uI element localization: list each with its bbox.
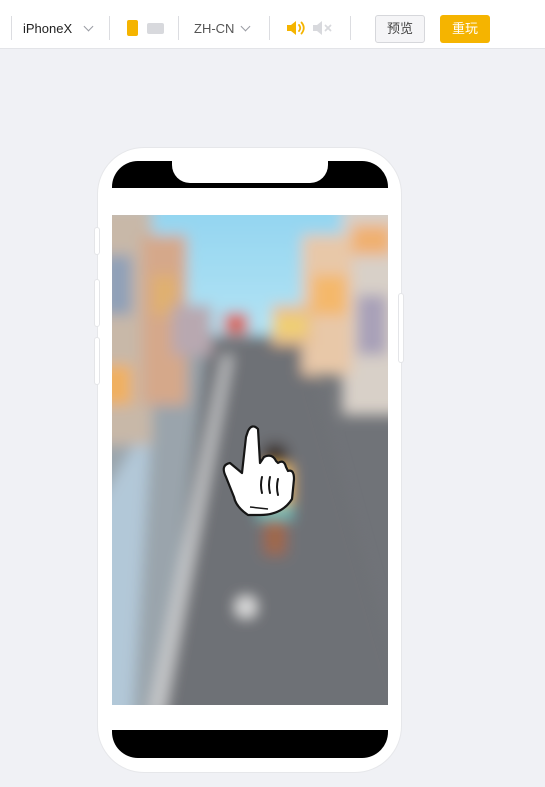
screen-bottom-bar <box>112 705 388 730</box>
speaker-on-icon[interactable] <box>286 19 308 37</box>
chevron-down-icon <box>240 21 251 32</box>
speaker-muted-icon[interactable] <box>312 19 334 37</box>
phone-screen <box>112 161 388 758</box>
phone-notch <box>172 161 328 183</box>
side-button <box>399 294 403 362</box>
device-select-label: iPhoneX <box>23 21 73 36</box>
language-select[interactable]: ZH-CN <box>186 14 260 42</box>
chevron-down-icon <box>83 21 94 32</box>
portrait-orientation-button[interactable] <box>127 20 138 36</box>
preview-button[interactable]: 预览 <box>375 15 425 43</box>
game-preview[interactable] <box>112 215 388 705</box>
side-button <box>95 280 99 326</box>
side-button <box>95 338 99 384</box>
screen-top-bar <box>112 188 388 215</box>
toolbar-divider <box>178 16 179 40</box>
toolbar-divider <box>350 16 351 40</box>
device-select[interactable]: iPhoneX <box>14 14 98 42</box>
toolbar-divider <box>11 16 12 40</box>
phone-frame <box>95 148 403 772</box>
side-button <box>95 228 99 254</box>
replay-button[interactable]: 重玩 <box>440 15 490 43</box>
toolbar-divider <box>109 16 110 40</box>
language-select-label: ZH-CN <box>194 21 235 36</box>
toolbar: iPhoneX ZH-CN 预览 重玩 <box>0 0 545 49</box>
toolbar-divider <box>269 16 270 40</box>
landscape-orientation-button[interactable] <box>147 23 164 34</box>
